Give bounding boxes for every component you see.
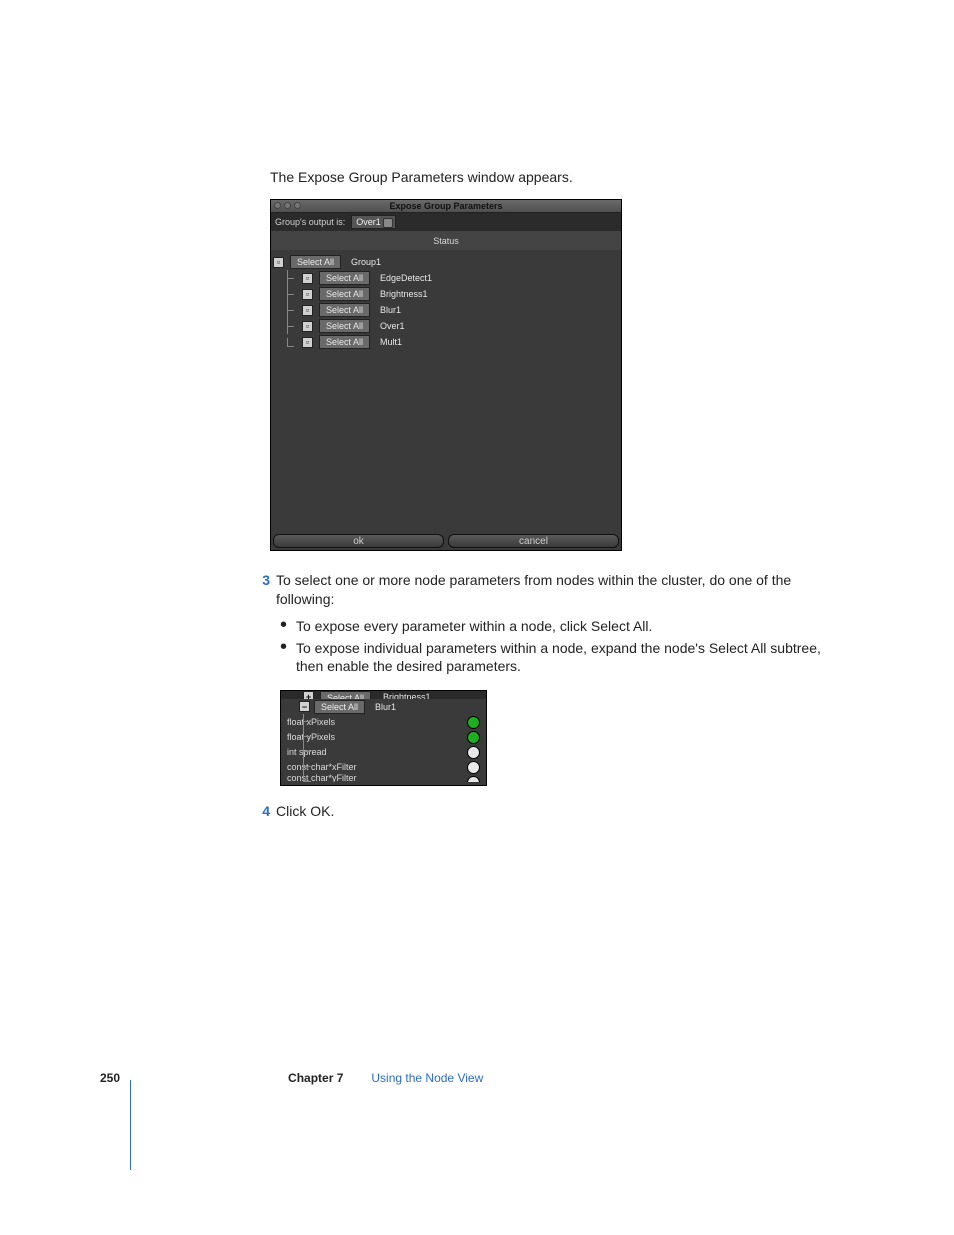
param-row[interactable]: float xPixels — [281, 714, 486, 729]
traffic-lights — [274, 202, 301, 209]
expand-icon[interactable]: ▫ — [302, 273, 313, 284]
status-dot-disabled[interactable] — [467, 746, 480, 759]
chapter-title: Using the Node View — [361, 1071, 483, 1085]
output-value: Over1 — [356, 216, 381, 228]
expand-icon[interactable]: ▫ — [302, 305, 313, 316]
expand-icon[interactable]: ▫ — [302, 321, 313, 332]
root-node-label: Group1 — [347, 256, 381, 268]
tree-node[interactable]: ▫ Select All Mult1 — [273, 334, 619, 350]
tree-line — [287, 318, 296, 334]
select-all-button[interactable]: Select All — [319, 303, 370, 317]
status-dot-disabled[interactable] — [467, 761, 480, 774]
status-dot-enabled[interactable] — [467, 731, 480, 744]
tree-node[interactable]: ▫ Select All Over1 — [273, 318, 619, 334]
collapse-icon[interactable]: − — [299, 701, 310, 712]
bullet-item: To expose every parameter within a node,… — [286, 617, 830, 636]
select-all-button[interactable]: Select All — [320, 691, 371, 699]
tree-node[interactable]: ▫ Select All Blur1 — [273, 302, 619, 318]
step-text: Click OK. — [276, 802, 830, 821]
ok-button[interactable]: ok — [273, 534, 444, 548]
param-name: const char*yFilter — [287, 774, 357, 782]
node-label: Blur1 — [376, 304, 401, 316]
param-name: float xPixels — [287, 716, 335, 728]
chevron-down-icon — [383, 218, 393, 228]
status-header: Status — [271, 231, 621, 250]
param-row[interactable]: float yPixels — [281, 729, 486, 744]
param-row[interactable]: const char*yFilter — [281, 774, 486, 782]
node-label: Mult1 — [376, 336, 402, 348]
param-name: float yPixels — [287, 731, 335, 743]
step-number: 3 — [252, 571, 276, 609]
tree-root[interactable]: ▫ Select All Group1 — [273, 254, 619, 270]
expose-group-parameters-window: Expose Group Parameters Group's output i… — [270, 199, 622, 551]
node-label: Brightness1 — [377, 691, 431, 699]
tree-line — [287, 270, 296, 286]
param-name: int spread — [287, 746, 327, 758]
node-label: Brightness1 — [376, 288, 428, 300]
tree-line — [287, 286, 296, 302]
close-icon[interactable] — [274, 202, 281, 209]
output-combo[interactable]: Over1 — [351, 215, 396, 229]
collapse-icon[interactable]: ▫ — [273, 257, 284, 268]
param-row[interactable]: int spread — [281, 744, 486, 759]
intro-text: The Expose Group Parameters window appea… — [270, 168, 830, 187]
param-row[interactable]: const char*xFilter — [281, 759, 486, 774]
output-row: Group's output is: Over1 — [271, 213, 621, 231]
node-label: Over1 — [376, 320, 405, 332]
minimize-icon[interactable] — [284, 202, 291, 209]
window-titlebar: Expose Group Parameters — [271, 200, 621, 213]
expanded-subtree-window: + Select All Brightness1 − Select All Bl… — [280, 690, 487, 786]
param-name: const char*xFilter — [287, 761, 357, 773]
page-edge-rule — [130, 1080, 131, 1170]
expand-icon[interactable]: + — [303, 691, 314, 699]
tree-node[interactable]: ▫ Select All EdgeDetect1 — [273, 270, 619, 286]
expanded-node-label: Blur1 — [369, 701, 396, 713]
page-number: 250 — [100, 1071, 120, 1085]
node-label: EdgeDetect1 — [376, 272, 432, 284]
chapter-label: Chapter 7 — [138, 1071, 343, 1085]
status-dot-enabled[interactable] — [467, 716, 480, 729]
expand-icon[interactable]: ▫ — [302, 289, 313, 300]
page-footer: 250 Chapter 7 Using the Node View — [100, 1071, 483, 1085]
step-text: To select one or more node parameters fr… — [276, 571, 830, 609]
select-all-button[interactable]: Select All — [319, 271, 370, 285]
select-all-button[interactable]: Select All — [319, 335, 370, 349]
zoom-icon[interactable] — [294, 202, 301, 209]
tree-line — [287, 338, 296, 347]
step-bullets: To expose every parameter within a node,… — [270, 617, 830, 677]
tree-node[interactable]: ▫ Select All Brightness1 — [273, 286, 619, 302]
window-title: Expose Group Parameters — [389, 201, 502, 211]
tree-line — [287, 302, 296, 318]
select-all-button[interactable]: Select All — [319, 287, 370, 301]
select-all-button[interactable]: Select All — [319, 319, 370, 333]
select-all-button[interactable]: Select All — [290, 255, 341, 269]
expand-icon[interactable]: ▫ — [302, 337, 313, 348]
select-all-button[interactable]: Select All — [314, 700, 365, 714]
node-tree: ▫ Select All Group1 ▫ Select All EdgeDet… — [271, 250, 621, 354]
cancel-button[interactable]: cancel — [448, 534, 619, 548]
bullet-item: To expose individual parameters within a… — [286, 639, 830, 677]
status-dot-disabled[interactable] — [467, 776, 480, 782]
output-label: Group's output is: — [275, 216, 345, 228]
step-number: 4 — [252, 802, 276, 821]
